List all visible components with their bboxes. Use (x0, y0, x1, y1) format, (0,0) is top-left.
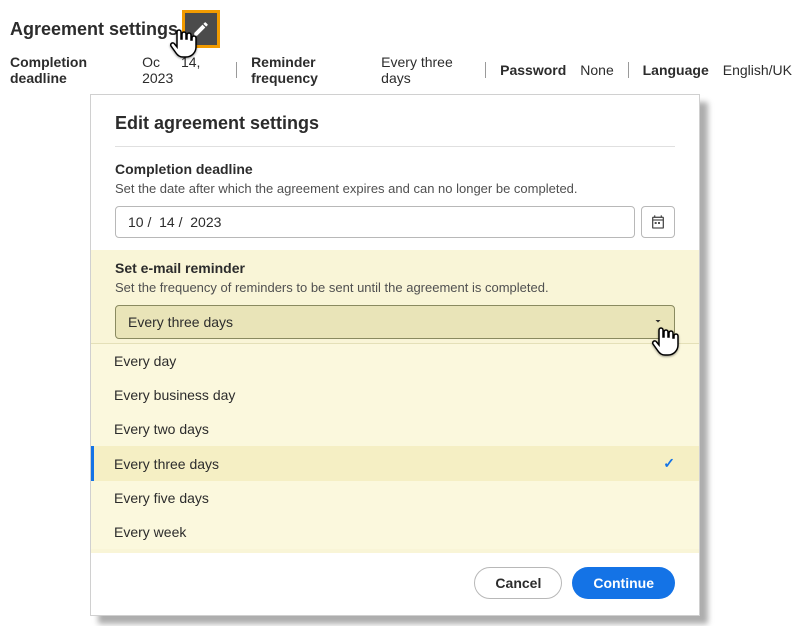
deadline-date-input[interactable] (115, 206, 635, 238)
language-value: English/UK (723, 62, 792, 78)
option-label: Every business day (114, 387, 235, 403)
deadline-value: Ocxxx14, 2023 (142, 54, 222, 86)
password-label: Password (500, 62, 566, 78)
pencil-icon (192, 20, 210, 38)
reminder-option[interactable]: Every business day (91, 378, 699, 412)
reminder-option[interactable]: Every three days ✓ (91, 446, 699, 481)
reminder-option[interactable]: Every five days (91, 481, 699, 515)
chevron-down-icon (652, 314, 664, 330)
separator (485, 62, 486, 78)
edit-agreement-dialog: Edit agreement settings Completion deadl… (90, 94, 700, 616)
reminder-value: Every three days (381, 54, 471, 86)
separator (628, 62, 629, 78)
language-label: Language (643, 62, 709, 78)
calendar-button[interactable] (641, 206, 675, 238)
settings-summary-row: Completion deadline Ocxxx14, 2023 Remind… (10, 54, 792, 86)
reminder-option[interactable]: Every week (91, 515, 699, 549)
option-label: Every two days (114, 421, 209, 437)
deadline-label: Completion deadline (10, 54, 128, 86)
calendar-icon (650, 214, 666, 230)
dialog-title: Edit agreement settings (115, 113, 675, 147)
option-label: Every day (114, 353, 176, 369)
check-icon: ✓ (663, 455, 675, 472)
option-label: Every five days (114, 490, 209, 506)
option-label: Every three days (114, 456, 219, 472)
continue-button[interactable]: Continue (572, 567, 675, 599)
reminder-hint: Set the frequency of reminders to be sen… (115, 280, 675, 295)
reminder-label: Reminder frequency (251, 54, 367, 86)
reminder-section: Set e-mail reminder Set the frequency of… (91, 250, 699, 553)
reminder-section-title: Set e-mail reminder (115, 260, 675, 276)
cancel-button[interactable]: Cancel (474, 567, 562, 599)
page-title: Agreement settings (10, 19, 178, 40)
edit-settings-button[interactable] (182, 10, 220, 48)
deadline-section-title: Completion deadline (115, 161, 675, 177)
reminder-option[interactable]: Every two days (91, 412, 699, 446)
page-header: Agreement settings (10, 10, 792, 48)
reminder-option[interactable]: Every day (91, 344, 699, 378)
reminder-frequency-dropdown: Every day Every business day Every two day… (91, 343, 699, 549)
reminder-frequency-select[interactable]: Every three days (115, 305, 675, 339)
separator (236, 62, 237, 78)
password-value: None (580, 62, 613, 78)
select-value: Every three days (128, 314, 233, 330)
option-label: Every week (114, 524, 186, 540)
deadline-hint: Set the date after which the agreement e… (115, 181, 675, 196)
